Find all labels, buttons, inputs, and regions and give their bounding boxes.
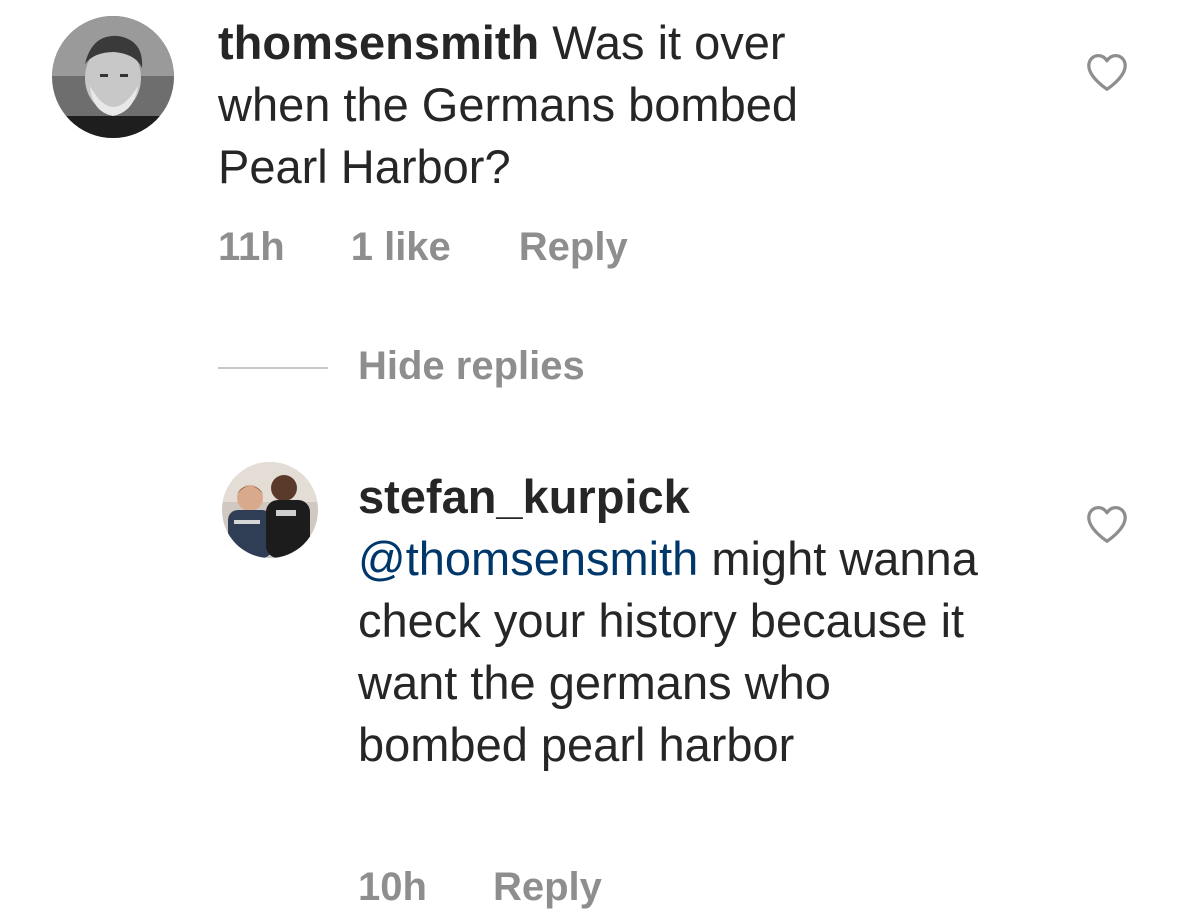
heart-icon[interactable]: [1085, 504, 1129, 544]
heart-icon[interactable]: [1085, 52, 1129, 92]
reply-reply-button[interactable]: Reply: [493, 865, 602, 910]
comment-thomsensmith: thomsensmith Was it over when the German…: [0, 0, 1200, 290]
reply-time: 10h: [358, 864, 427, 909]
comment-username[interactable]: thomsensmith: [218, 16, 539, 69]
avatar-stefan_kurpick[interactable]: [222, 462, 318, 558]
replies-divider: [218, 367, 328, 369]
comment-time: 11h: [218, 224, 285, 269]
reply-mention-link[interactable]: @thomsensmith: [358, 532, 698, 585]
reply-meta: 10h Reply: [358, 862, 602, 912]
reply-body: stefan_kurpick @thomsensmith might wanna…: [358, 466, 998, 776]
hide-replies-button[interactable]: Hide replies: [358, 344, 585, 389]
avatar-thomsensmith[interactable]: [52, 16, 174, 138]
reply-stefan_kurpick: stefan_kurpick @thomsensmith might wanna…: [0, 440, 1200, 922]
reply-username[interactable]: stefan_kurpick: [358, 470, 690, 523]
comment-reply-button[interactable]: Reply: [519, 225, 628, 270]
comment-like-count[interactable]: 1 like: [351, 225, 451, 270]
comment-meta: 11h 1 like Reply: [218, 222, 628, 272]
comment-body: thomsensmith Was it over when the German…: [218, 12, 898, 198]
